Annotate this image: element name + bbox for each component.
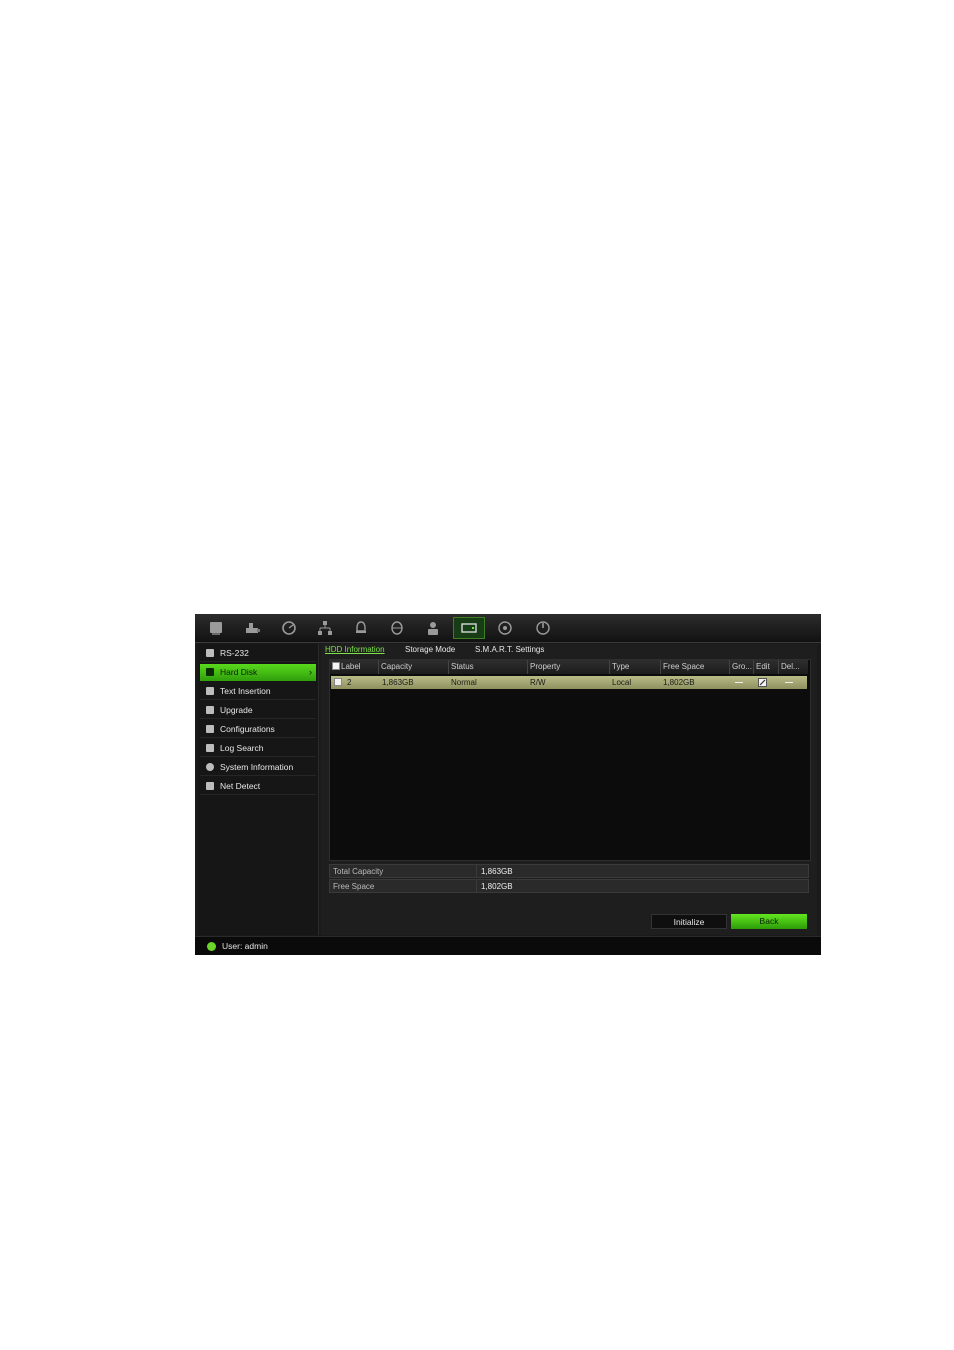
log-search-icon [206,744,214,752]
column-header-label[interactable]: Label [330,660,379,674]
net-detect-icon [206,782,214,790]
sidebar-item-rs232[interactable]: RS-232 [200,645,316,662]
hard-disk-panel: HDD Information Storage Mode S.M.A.R.T. … [321,644,817,935]
sidebar-item-label: Configurations [220,724,275,734]
table-row[interactable]: 2 1,863GB Normal R/W Local 1,802GB — — [331,676,807,689]
column-header-capacity[interactable]: Capacity [379,660,449,674]
dvr-settings-window: RS-232 Hard Disk › Text Insertion Upgrad… [195,614,821,955]
sidebar-item-label: Upgrade [220,705,253,715]
sidebar-item-net-detect[interactable]: Net Detect [200,778,316,795]
top-toolbar [195,614,821,643]
free-space-label: Free Space [333,882,375,891]
tab-storage-mode[interactable]: Storage Mode [405,644,455,655]
rs232-icon [206,649,214,657]
sidebar-item-label: Text Insertion [220,686,271,696]
cell-capacity: 1,863GB [382,678,414,687]
column-header-status[interactable]: Status [449,660,528,674]
sidebar-item-configurations[interactable]: Configurations [200,721,316,738]
column-header-delete[interactable]: Del... [779,660,808,674]
chevron-right-icon: › [309,667,312,677]
help-icon[interactable] [491,617,519,639]
configurations-icon [206,725,214,733]
free-space-value: 1,802GB [476,880,513,893]
cell-type: Local [612,678,632,687]
user-label: User: admin [222,941,268,951]
sidebar-item-text-insertion[interactable]: Text Insertion [200,683,316,700]
cell-status: Normal [451,678,477,687]
total-capacity-label: Total Capacity [333,867,384,876]
sidebar-item-label: Log Search [220,743,264,753]
tab-hdd-information[interactable]: HDD Information [325,644,385,655]
tab-smart-settings[interactable]: S.M.A.R.T. Settings [475,644,544,655]
sidebar-item-label: Net Detect [220,781,261,791]
column-header-property[interactable]: Property [528,660,610,674]
column-header-edit[interactable]: Edit [754,660,779,674]
upgrade-icon [206,706,214,714]
monitor-icon[interactable] [202,617,230,639]
sidebar-item-hard-disk[interactable]: Hard Disk › [200,664,316,681]
cell-group: — [735,678,743,687]
tab-bar: HDD Information Storage Mode S.M.A.R.T. … [321,644,817,656]
row-checkbox[interactable] [334,678,342,686]
cell-free-space: 1,802GB [663,678,695,687]
free-space-row: Free Space 1,802GB [329,879,809,893]
edit-icon[interactable] [758,678,767,687]
alarm-icon[interactable] [347,617,375,639]
power-icon[interactable] [529,617,557,639]
total-capacity-value: 1,863GB [476,865,513,878]
total-capacity-row: Total Capacity 1,863GB [329,864,809,878]
sidebar-item-upgrade[interactable]: Upgrade [200,702,316,719]
user-icon[interactable] [419,617,447,639]
network-icon[interactable] [311,617,339,639]
back-button[interactable]: Back [731,914,807,929]
status-bar: User: admin [195,936,821,955]
hdd-table: Label Capacity Status Property Type Free… [329,659,811,861]
cell-delete: — [785,678,793,687]
column-header-free-space[interactable]: Free Space [661,660,730,674]
initialize-button[interactable]: Initialize [651,914,727,929]
settings-sidebar: RS-232 Hard Disk › Text Insertion Upgrad… [198,644,319,935]
sidebar-item-label: System Information [220,762,294,772]
sidebar-item-system-information[interactable]: System Information [200,759,316,776]
text-insertion-icon [206,687,214,695]
info-icon [206,763,214,771]
select-all-checkbox[interactable] [332,662,340,670]
cell-property: R/W [530,678,546,687]
sidebar-item-log-search[interactable]: Log Search [200,740,316,757]
user-status-icon [207,942,216,951]
column-header-group[interactable]: Gro... [730,660,754,674]
cell-label: 2 [347,678,352,687]
sidebar-item-label: Hard Disk [220,667,258,677]
hard-disk-icon [206,668,214,676]
camera-icon[interactable] [239,617,267,639]
dial-icon[interactable] [275,617,303,639]
hdd-icon[interactable] [453,617,485,639]
column-header-type[interactable]: Type [610,660,661,674]
device-icon[interactable] [383,617,411,639]
sidebar-item-label: RS-232 [220,648,249,658]
